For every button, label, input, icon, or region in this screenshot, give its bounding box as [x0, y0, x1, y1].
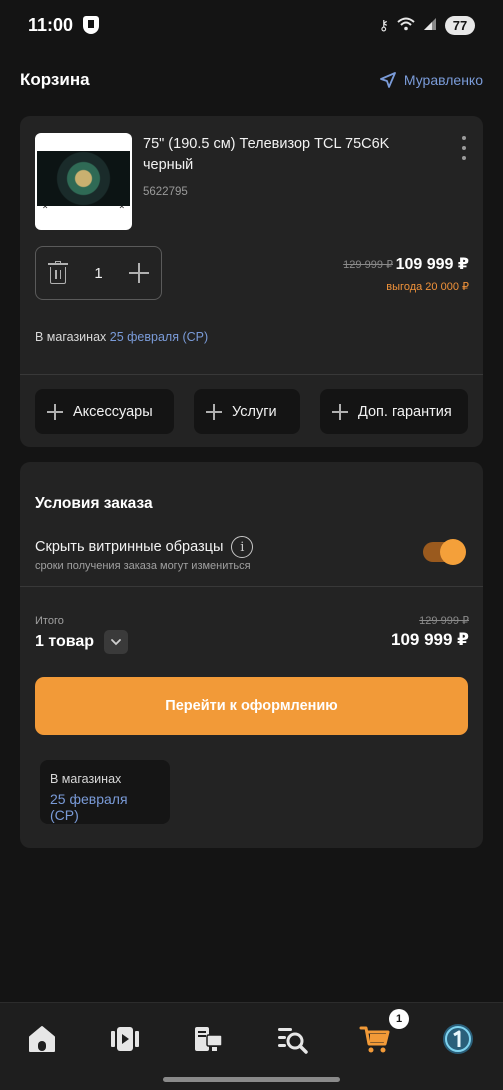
location-selector[interactable]: Муравленко: [379, 72, 483, 88]
total-count-text: 1 товар: [35, 633, 95, 650]
product-delivery: В магазинах 25 февраля (СР): [35, 330, 208, 344]
home-icon: [29, 1026, 55, 1052]
toggle-subtext: сроки получения заказа могут измениться: [35, 560, 251, 572]
status-time: 11:00: [28, 14, 74, 35]
total-old-price: 129 999 ₽: [419, 615, 469, 627]
product-image[interactable]: ⌃ ⌃: [35, 133, 132, 230]
product-old-price: 129 999 ₽: [343, 259, 393, 271]
checkout-button[interactable]: Перейти к оформлению: [35, 677, 468, 735]
store-pickup-label: В магазинах: [50, 772, 122, 786]
profile-badge-icon: [443, 1024, 473, 1054]
addon-label: Доп. гарантия: [358, 403, 452, 420]
product-price: 109 999 ₽: [395, 256, 469, 273]
page-title: Корзина: [20, 70, 90, 89]
nav-search[interactable]: [274, 1021, 310, 1057]
chevron-down-icon[interactable]: [104, 630, 129, 654]
store-pickup-date: 25 февраля (СР): [50, 791, 128, 823]
nav-profile[interactable]: [440, 1021, 476, 1057]
battery-indicator: 77: [445, 15, 475, 35]
hide-showcase-label: Скрыть витринные образцы i: [35, 536, 254, 558]
nav-cart[interactable]: [357, 1021, 393, 1057]
order-card: Условия заказа Скрыть витринные образцы …: [20, 462, 483, 848]
divider: [20, 586, 483, 587]
divider: [20, 374, 483, 375]
delivery-date[interactable]: 25 февраля (СР): [110, 330, 208, 344]
info-icon[interactable]: i: [231, 536, 254, 558]
more-options-icon[interactable]: [459, 136, 469, 160]
tv-screen-image: [37, 151, 130, 206]
nav-catalog[interactable]: [107, 1021, 143, 1057]
total-count: 1 товар: [35, 630, 129, 654]
hide-showcase-toggle[interactable]: [423, 539, 466, 565]
toggle-knob: [440, 539, 466, 565]
delivery-prefix: В магазинах: [35, 330, 107, 344]
cart-icon: [359, 1026, 390, 1053]
devices-icon: [195, 1027, 223, 1051]
addon-accessories-button[interactable]: Аксессуары: [35, 389, 174, 434]
order-conditions-title: Условия заказа: [35, 495, 153, 512]
product-title[interactable]: 75" (190.5 см) Телевизор TCL 75C6K черны…: [143, 134, 423, 176]
quantity-value: 1: [94, 264, 103, 282]
key-icon: ⚷: [378, 16, 389, 33]
product-savings: выгода 20 000 ₽: [386, 281, 469, 293]
product-card: ⌃ ⌃ 75" (190.5 см) Телевизор TCL 75C6K че…: [20, 116, 483, 447]
location-name: Муравленко: [403, 72, 483, 88]
tv-stand: ⌃ ⌃: [41, 205, 126, 216]
addon-label: Аксессуары: [73, 403, 153, 420]
nav-compare[interactable]: [190, 1021, 226, 1057]
store-pickup-info[interactable]: В магазинах 25 февраля (СР): [40, 760, 170, 824]
plus-icon: [332, 403, 348, 420]
toggle-label-text: Скрыть витринные образцы: [35, 539, 224, 555]
trash-icon[interactable]: [48, 261, 68, 285]
addon-services-button[interactable]: Услуги: [194, 389, 300, 434]
addons-row: Аксессуары Услуги Доп. гарантия: [35, 389, 468, 434]
catalog-icon: [111, 1027, 139, 1051]
plus-icon: [206, 403, 222, 420]
wifi-icon: [397, 17, 415, 34]
location-arrow-icon: [379, 72, 396, 88]
total-price: 109 999 ₽: [390, 630, 469, 649]
home-indicator[interactable]: [163, 1077, 340, 1082]
page-header: Корзина Муравленко: [0, 50, 503, 110]
product-sku: 5622795: [143, 186, 188, 198]
cart-count-badge: 1: [389, 1009, 409, 1029]
total-label: Итого: [35, 615, 64, 627]
status-icons: ⚷ 77: [378, 15, 475, 35]
increase-quantity-icon[interactable]: [129, 263, 149, 283]
signal-icon: [423, 17, 437, 34]
addon-warranty-button[interactable]: Доп. гарантия: [320, 389, 468, 434]
search-list-icon: [278, 1028, 308, 1054]
quantity-stepper: 1: [35, 246, 162, 300]
nav-home[interactable]: [24, 1021, 60, 1057]
addon-label: Услуги: [232, 403, 277, 420]
plus-icon: [47, 403, 63, 420]
status-bar: 11:00 ⚷ 77: [0, 0, 503, 50]
shield-icon: [83, 16, 100, 34]
